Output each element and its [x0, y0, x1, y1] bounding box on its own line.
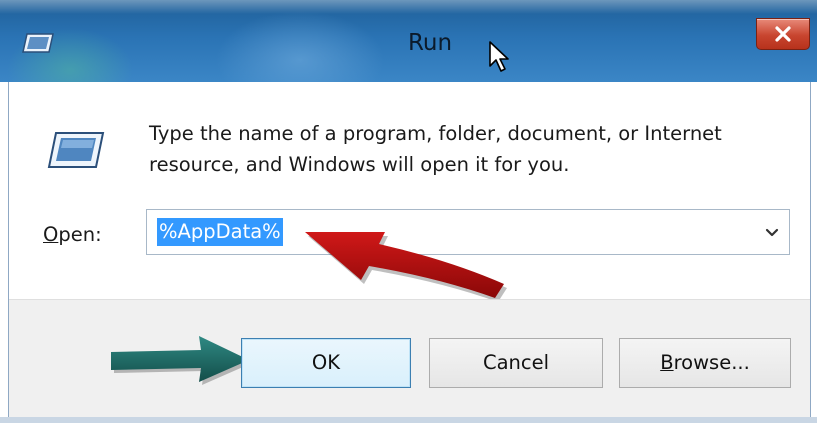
run-dialog: Run Type the name of a program, folder, … [0, 0, 817, 423]
teal-annotation-arrow [111, 336, 252, 385]
dialog-body: Type the name of a program, folder, docu… [8, 82, 811, 423]
button-strip: OK Cancel Browse... [9, 299, 810, 423]
close-button[interactable] [756, 18, 810, 50]
open-label: Open: [43, 223, 102, 246]
browse-accelerator: B [660, 351, 674, 374]
open-input-value[interactable]: %AppData% [157, 218, 283, 246]
title-bar[interactable]: Run [0, 0, 817, 82]
open-label-accelerator: O [43, 223, 59, 246]
close-icon [775, 26, 791, 42]
description-line-2: resource, and Windows will open it for y… [149, 153, 570, 176]
cancel-button[interactable]: Cancel [429, 338, 603, 388]
description-line-1: Type the name of a program, folder, docu… [149, 122, 722, 145]
window-bottom-border [0, 417, 817, 423]
red-annotation-arrow [305, 232, 507, 302]
chevron-down-icon[interactable] [763, 224, 781, 242]
mouse-pointer-icon [488, 40, 514, 74]
window-title: Run [407, 30, 453, 56]
browse-button[interactable]: Browse... [619, 338, 791, 388]
open-label-text: pen: [58, 223, 102, 246]
ok-button[interactable]: OK [241, 338, 411, 388]
run-app-icon [22, 32, 54, 54]
browse-label: rowse... [673, 351, 750, 374]
run-app-icon [47, 130, 105, 170]
dialog-description: Type the name of a program, folder, docu… [149, 118, 789, 180]
